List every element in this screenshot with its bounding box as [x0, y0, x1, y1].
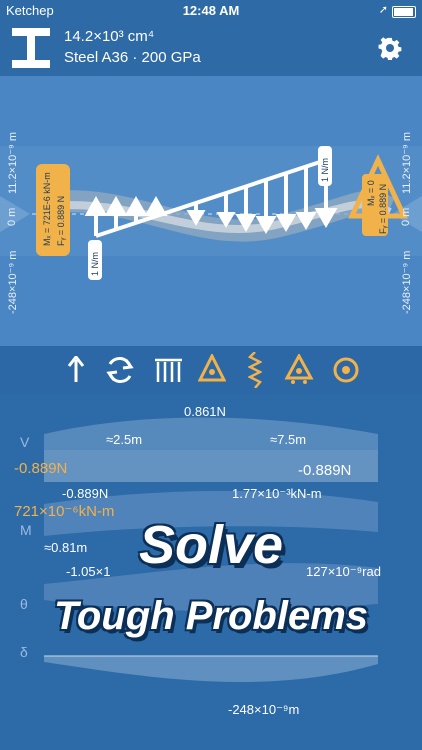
- shear-left-2: -0.889N: [62, 486, 109, 501]
- load-right-label: 1 N/m: [320, 157, 330, 182]
- left-moment-label[interactable]: Mₓ = 721E-6 kN-m: [42, 172, 52, 246]
- shear-max: 0.861N: [184, 404, 226, 419]
- right-axis-mid: 0 m: [400, 207, 412, 226]
- right-moment-label[interactable]: Mₓ = 0: [366, 180, 376, 206]
- shear-left: -0.889N: [14, 460, 68, 477]
- shear-x1: ≈2.5m: [106, 432, 143, 447]
- load-left-tag[interactable]: 1 N/m: [88, 240, 102, 280]
- right-axis-bottom: -248×10⁻⁹ m: [401, 250, 413, 314]
- right-axis-top: 11.2×10⁻⁹ m: [401, 132, 413, 194]
- moment-right: 1.77×10⁻³kN-m: [232, 486, 322, 501]
- spring-icon[interactable]: [248, 352, 262, 388]
- shear-label: V: [20, 434, 30, 450]
- settings-gear-icon[interactable]: [378, 36, 402, 60]
- deflection-min: -248×10⁻⁹m: [228, 702, 300, 717]
- banner-line1: Solve: [138, 515, 284, 575]
- banner-line2: Tough Problems: [53, 594, 369, 638]
- target-icon[interactable]: [332, 356, 360, 384]
- load-left-label: 1 N/m: [90, 251, 100, 276]
- beam-diagram[interactable]: 11.2×10⁻⁹ m 0 m -248×10⁻⁹ m 11.2×10⁻⁹ m …: [0, 76, 422, 346]
- left-axis-bottom: -248×10⁻⁹ m: [7, 250, 19, 314]
- battery-icon: [392, 6, 416, 18]
- beam-section-icon[interactable]: [12, 28, 50, 68]
- load-right-tag[interactable]: 1 N/m: [318, 146, 332, 186]
- material-label: Steel A36 · 200 GPa: [64, 49, 201, 66]
- toolbar: [0, 346, 422, 394]
- deflection-label: δ: [20, 644, 28, 660]
- shear-right: -0.889N: [298, 462, 352, 479]
- arrow-up-icon[interactable]: [66, 356, 86, 384]
- location-icon: ➚: [378, 4, 388, 16]
- pin-support-icon[interactable]: [198, 354, 226, 384]
- left-axis-top: 11.2×10⁻⁹ m: [7, 132, 19, 194]
- moment-of-inertia: 14.2×10³ cm⁴: [64, 28, 155, 45]
- left-axis-mid: 0 m: [6, 207, 18, 226]
- left-force-label[interactable]: Fᵧ = 0.889 N: [56, 196, 66, 246]
- right-force-label[interactable]: Fᵧ = 0.889 N: [378, 184, 388, 234]
- distributed-load-icon[interactable]: [154, 356, 182, 384]
- refresh-icon[interactable]: [104, 354, 136, 386]
- shear-x2: ≈7.5m: [270, 432, 307, 447]
- roller-support-icon[interactable]: [284, 354, 314, 384]
- status-bar: Ketchep 12:48 AM ➚: [0, 0, 422, 22]
- header: 14.2×10³ cm⁴ Steel A36 · 200 GPa: [0, 22, 422, 76]
- clock: 12:48 AM: [182, 3, 240, 18]
